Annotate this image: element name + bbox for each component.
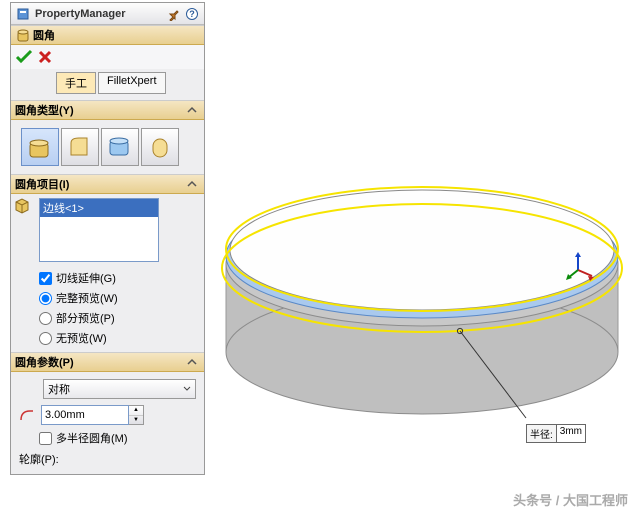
multi-radius-checkbox[interactable]: 多半径圆角(M) (17, 428, 198, 448)
fillet-icon (15, 26, 33, 44)
section-type-header[interactable]: 圆角类型(Y) (11, 100, 204, 120)
fillet-type-face[interactable] (101, 128, 139, 166)
confirm-row (11, 45, 204, 69)
panel-title-icon (14, 5, 32, 23)
watermark: 头条号 / 大国工程师 (513, 490, 628, 509)
list-item[interactable]: 边线<1> (40, 199, 158, 217)
edge-selection-list[interactable]: 边线<1> (39, 198, 159, 262)
panel-titlebar: PropertyManager ? (11, 3, 204, 25)
spin-up[interactable]: ▲ (129, 406, 143, 416)
tab-filletxpert[interactable]: FilletXpert (98, 72, 166, 94)
ok-button[interactable] (15, 49, 33, 65)
viewport-3d[interactable]: 半径: 3mm 头条号 / 大国工程师 (206, 0, 640, 523)
symmetry-dropdown[interactable]: 对称 (43, 379, 196, 399)
fillet-type-full-round[interactable] (141, 128, 179, 166)
section-items-header[interactable]: 圆角项目(I) (11, 174, 204, 194)
panel-title: PropertyManager (32, 8, 165, 20)
radius-spinner[interactable]: ▲ ▼ (41, 405, 144, 425)
no-preview-radio[interactable]: 无预览(W) (17, 328, 198, 348)
help-icon[interactable]: ? (183, 5, 201, 23)
svg-text:?: ? (189, 9, 195, 19)
chevron-up-icon[interactable] (184, 354, 200, 370)
tab-row: 手工 FilletXpert (11, 69, 204, 100)
fillet-type-constant[interactable] (21, 128, 59, 166)
radius-icon (19, 408, 33, 422)
feature-header: 圆角 (11, 25, 204, 45)
profile-label: 轮廓(P): (19, 451, 59, 467)
edge-select-icon (13, 196, 31, 217)
spin-down[interactable]: ▼ (129, 416, 143, 425)
triad-icon (566, 252, 596, 282)
pushpin-icon[interactable] (165, 5, 183, 23)
tab-manual[interactable]: 手工 (56, 72, 96, 94)
cancel-button[interactable] (37, 49, 53, 65)
partial-preview-radio[interactable]: 部分预览(P) (17, 308, 198, 328)
section-params-header[interactable]: 圆角参数(P) (11, 352, 204, 372)
fillet-type-buttons (17, 124, 198, 170)
full-preview-radio[interactable]: 完整预览(W) (17, 288, 198, 308)
callout-label: 半径: (527, 425, 557, 442)
chevron-down-icon (183, 385, 191, 393)
chevron-up-icon[interactable] (184, 102, 200, 118)
feature-title: 圆角 (33, 27, 200, 43)
radius-input[interactable] (41, 405, 129, 425)
tangent-propagation-checkbox[interactable]: 切线延伸(G) (17, 268, 198, 288)
property-manager-panel: PropertyManager ? 圆角 手工 FilletXpert 圆角类型… (10, 2, 205, 475)
chevron-up-icon[interactable] (184, 176, 200, 192)
radius-callout[interactable]: 半径: 3mm (526, 424, 586, 443)
fillet-type-variable[interactable] (61, 128, 99, 166)
callout-value[interactable]: 3mm (557, 425, 585, 442)
